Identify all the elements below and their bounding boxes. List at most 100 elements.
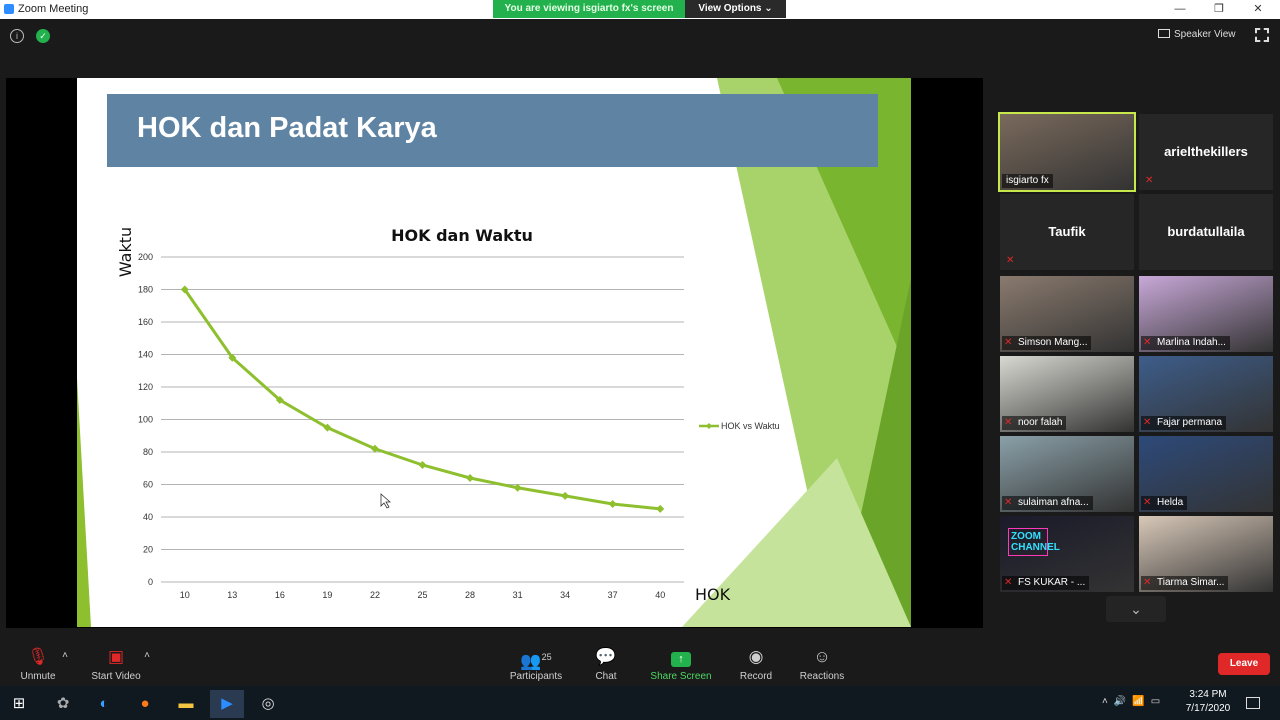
zoom-channel-sign: ZOOM CHANNEL [1008,528,1060,556]
participant-tile[interactable]: Fajar permana ✕ [1139,356,1273,432]
x-tick-label: 40 [655,590,665,600]
video-off-icon: ▣ [107,647,125,666]
muted-mic-icon: ✕ [1004,497,1013,508]
chat-button[interactable]: 💬 Chat [586,646,626,682]
muted-mic-icon: ✕ [1143,497,1152,508]
participants-icon: 👥25 [520,651,552,671]
participant-name: Simson Mang... [1002,336,1092,350]
fullscreen-icon[interactable] [1255,28,1269,42]
windows-start-icon[interactable]: ⊞ [2,690,36,718]
participant-tile[interactable]: Simson Mang... ✕ [1000,276,1134,352]
participant-tile[interactable]: isgiarto fx [998,112,1136,192]
obs-icon[interactable]: ◎ [251,690,285,718]
info-icon[interactable]: i [10,29,24,43]
participant-tile[interactable]: Helda ✕ [1139,436,1273,512]
participant-name: burdatullaila [1167,224,1245,239]
file-explorer-icon[interactable]: ▬ [169,690,203,718]
participant-tile[interactable]: noor falah ✕ [1000,356,1134,432]
shield-icon[interactable]: ✓ [36,29,50,43]
muted-mic-icon: ✕ [1145,175,1154,186]
unmute-button[interactable]: 🎙 Unmute [14,646,62,682]
mouse-cursor-icon [380,493,392,509]
data-point [561,491,570,500]
share-screen-icon: ↑ [648,646,714,668]
participant-name: Marlina Indah... [1141,336,1230,350]
y-tick-label: 140 [138,350,153,360]
record-icon: ◉ [748,647,764,666]
x-tick-label: 16 [275,590,285,600]
muted-mic-icon: ✕ [1143,417,1152,428]
minimize-button[interactable]: — [1160,0,1200,19]
y-tick-label: 200 [138,252,153,262]
microphone-muted-icon: 🎙 [27,647,49,666]
data-point [466,474,475,482]
x-tick-label: 13 [227,590,237,600]
audio-options-caret[interactable]: ˄ [60,650,70,661]
firefox-icon[interactable]: ● [128,690,162,718]
x-tick-label: 28 [465,590,475,600]
zoom-taskbar-icon[interactable]: ▶ [210,690,244,718]
data-point [608,500,617,508]
x-axis-label: HOK [695,585,731,604]
video-options-caret[interactable]: ˄ [142,650,152,661]
data-point [656,504,665,513]
participant-name: isgiarto fx [1002,174,1053,188]
taskbar-clock[interactable]: 3:24 PM 7/17/2020 [1178,688,1238,716]
x-tick-label: 19 [322,590,332,600]
participant-name: Tiarma Simar... [1141,576,1229,590]
record-label: Record [739,671,773,682]
edge-browser-icon[interactable]: ◐ [87,690,121,718]
slide-decoration [77,378,91,627]
view-options-button[interactable]: View Options ⌄ [685,0,786,18]
x-tick-label: 31 [513,590,523,600]
start-video-label: Start Video [91,671,141,682]
close-button[interactable]: ✕ [1238,0,1278,19]
participant-name: FS KUKAR - ... [1002,576,1090,590]
participants-count: 25 [541,652,552,662]
participant-gallery: isgiarto fx arielthekillers ✕ Taufik ✕ burdat… [992,110,1277,595]
meeting-top-bar [0,19,1280,55]
app-icon[interactable]: ✿ [46,690,80,718]
muted-mic-icon: ✕ [1004,337,1013,348]
meeting-toolbar [0,640,1280,686]
participants-button[interactable]: 👥25 Participants [506,646,566,682]
data-point [513,483,522,492]
share-screen-button[interactable]: ↑ Share Screen [648,646,714,682]
start-video-button[interactable]: ▣ Start Video [88,646,144,682]
record-button[interactable]: ◉ Record [736,646,776,682]
reactions-button[interactable]: ☺ Reactions [796,646,848,682]
x-tick-label: 22 [370,590,380,600]
participant-tile[interactable]: sulaiman afna... ✕ [1000,436,1134,512]
reactions-icon: ☺ [813,647,831,666]
restore-button[interactable]: ❐ [1199,0,1239,19]
speaker-view-label: Speaker View [1174,29,1236,40]
line-chart: 0 20 40 60 80 100 120 140 160 180 200 10 13 16 19 22 25 2… [116,226,780,604]
clock-date: 7/17/2020 [1185,703,1231,714]
chart-title: HOK dan Waktu [391,226,533,245]
chat-icon: 💬 [595,647,617,666]
participant-name: Taufik [1048,224,1086,239]
x-tick-label: 10 [180,590,190,600]
gallery-expand-button[interactable]: ⌄ [1106,596,1166,622]
y-tick-label: 180 [138,285,153,295]
y-axis-label: Waktu [116,227,135,277]
leave-button[interactable]: Leave [1218,653,1270,675]
participant-tile[interactable]: ZOOM CHANNEL FS KUKAR - ... ✕ [1000,516,1134,592]
reactions-label: Reactions [799,671,845,682]
participant-tile[interactable]: Marlina Indah... ✕ [1139,276,1273,352]
participant-tile[interactable]: Tiarma Simar... ✕ [1139,516,1273,592]
muted-mic-icon: ✕ [1143,337,1152,348]
legend-marker [706,423,712,429]
system-tray-icons[interactable]: ˄🔊📶▭ [1102,696,1166,707]
y-tick-label: 160 [138,317,153,327]
slide-title: HOK dan Padat Karya [137,112,437,144]
muted-mic-icon: ✕ [1006,255,1015,266]
participant-tile[interactable]: arielthekillers ✕ [1139,114,1273,190]
speaker-view-button[interactable]: Speaker View [1158,26,1242,44]
zoom-app-icon [4,4,14,14]
participant-tile[interactable]: Taufik ✕ [1000,194,1134,270]
y-tick-label: 60 [143,480,153,490]
legend-label: HOK vs Waktu [721,421,780,431]
participant-tile[interactable]: burdatullaila [1139,194,1273,270]
notifications-icon[interactable] [1246,697,1260,709]
